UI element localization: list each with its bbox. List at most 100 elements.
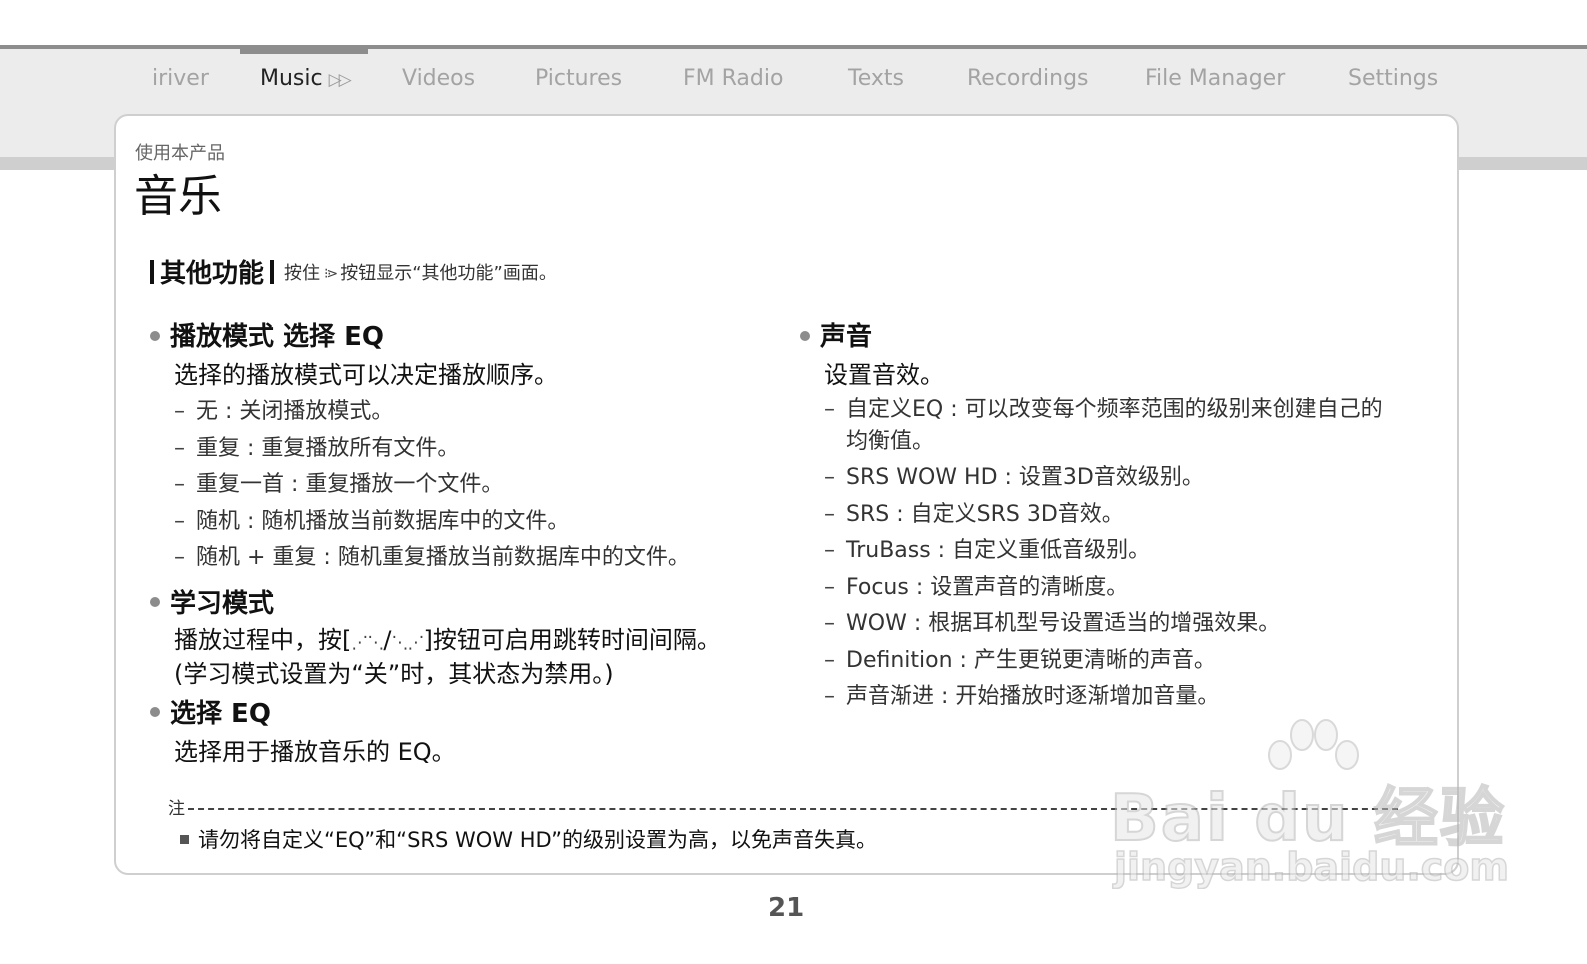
item-text: 自定义EQ : 可以改变每个频率范围的级别来创建自己的均衡值。 — [846, 397, 1383, 454]
heading-text: 声音 — [820, 322, 873, 352]
study-mode-section: 学习模式 播放过程中，按[⋰⋱/⋱⋰]按钮可启用跳转时间间隔。 (学习模式设置为… — [150, 585, 770, 691]
study-line-2: (学习模式设置为“关”时，其状态为禁用。) — [174, 659, 614, 688]
dash: – — [174, 435, 185, 461]
watermark-url: jingyan.baidu.com — [1113, 844, 1510, 890]
dash: – — [824, 611, 835, 636]
dash: – — [174, 545, 185, 570]
list-item: – 重复 : 重复播放所有文件。 — [150, 431, 770, 468]
active-tab-marker — [240, 45, 368, 54]
desc-suffix: 按钮显示“其他功能”画面。 — [340, 262, 557, 284]
dash: – — [824, 465, 835, 490]
play-mode-section: 播放模式 选择 EQ 选择的播放模式可以决定播放顺序。 – 无 : 关闭播放模式。… — [150, 318, 770, 577]
heading-text: 学习模式 — [170, 588, 275, 619]
tab-recordings[interactable]: Recordings — [967, 56, 1089, 102]
tab-music[interactable]: Music ▷▷ — [260, 56, 352, 103]
line-prefix: 播放过程中，按[ — [174, 625, 352, 654]
note-label: 注 — [168, 799, 185, 819]
tab-label: Recordings — [967, 66, 1089, 91]
item-text: SRS : 自定义SRS 3D音效。 — [846, 501, 1124, 527]
other-functions-desc: 按住 ⁝⋗ 按钮显示“其他功能”画面。 — [284, 263, 557, 284]
item-text: 无 : 关闭播放模式。 — [196, 399, 394, 424]
item-text: TruBass : 自定义重低音级别。 — [846, 538, 1151, 563]
page-number: 21 — [768, 893, 805, 923]
dash: – — [824, 397, 835, 422]
section-tabs: iriver Music ▷▷ Videos Pictures FM Radio … — [0, 56, 1587, 102]
list-item: – 随机 + 重复 : 随机重复播放当前数据库中的文件。 — [150, 540, 770, 577]
bullet-icon — [800, 330, 810, 341]
tab-settings[interactable]: Settings — [1348, 56, 1438, 102]
tab-label: File Manager — [1145, 66, 1286, 91]
tab-label: Pictures — [535, 66, 623, 91]
item-text: WOW : 根据耳机型号设置适当的增强效果。 — [846, 611, 1281, 636]
item-text: Definition : 产生更锐更清晰的声音。 — [846, 647, 1216, 673]
tab-label: FM Radio — [683, 66, 784, 91]
item-text: 随机 + 重复 : 随机重复播放当前数据库中的文件。 — [196, 545, 690, 570]
other-functions-title: 其他功能 — [160, 259, 265, 289]
bar-mark — [150, 259, 154, 284]
right-column: 声音 设置音效。 – 自定义EQ : 可以改变每个频率范围的级别来创建自己的均衡值… — [800, 318, 1420, 716]
note-text: 请勿将自定义“EQ”和“SRS WOW HD”的级别设置为高，以免声音失真。 — [180, 824, 877, 854]
baidu-watermark: Bai du 经验 jingyan.baidu.com — [1109, 715, 1510, 895]
list-item: – SRS : 自定义SRS 3D音效。 — [800, 497, 1420, 534]
item-text: 随机 : 随机播放当前数据库中的文件。 — [196, 508, 570, 534]
list-item: – 重复一首 : 重复播放一个文件。 — [150, 467, 770, 504]
heading-text: 播放模式 选择 EQ — [170, 322, 384, 352]
dash: – — [174, 472, 185, 497]
select-eq-section: 选择 EQ 选择用于播放音乐的 EQ。 — [150, 695, 770, 771]
section-heading: 选择 EQ — [150, 695, 770, 733]
note-body: 请勿将自定义“EQ”和“SRS WOW HD”的级别设置为高，以免声音失真。 — [198, 828, 878, 852]
tab-videos[interactable]: Videos — [402, 56, 475, 102]
play-arrows-icon: ▷▷ — [328, 70, 352, 90]
item-text: 声音渐进 : 开始播放时逐渐增加音量。 — [846, 684, 1220, 709]
dash: – — [824, 538, 835, 563]
square-bullet-icon — [180, 834, 189, 844]
section-heading: 播放模式 选择 EQ — [150, 318, 770, 356]
tab-texts[interactable]: Texts — [848, 56, 904, 102]
dash: – — [174, 399, 185, 424]
section-desc: 选择用于播放音乐的 EQ。 — [174, 737, 456, 766]
list-item: – 无 : 关闭播放模式。 — [150, 394, 770, 431]
section-heading: 学习模式 — [150, 585, 770, 623]
left-column: 播放模式 选择 EQ 选择的播放模式可以决定播放顺序。 – 无 : 关闭播放模式。… — [150, 318, 770, 771]
tab-label: Videos — [402, 66, 476, 91]
tab-label: Settings — [1348, 66, 1439, 91]
other-functions-header: 其他功能 按住 ⁝⋗ 按钮显示“其他功能”画面。 — [150, 253, 557, 290]
line-suffix: ]按钮可启用跳转时间间隔。 — [423, 625, 721, 654]
tab-fm-radio[interactable]: FM Radio — [683, 56, 783, 102]
list-item: – Focus : 设置声音的清晰度。 — [800, 570, 1420, 607]
section-desc: 设置音效。 — [824, 361, 944, 389]
list-item: – TruBass : 自定义重低音级别。 — [800, 533, 1420, 570]
dash: – — [824, 647, 835, 673]
dash: – — [174, 508, 185, 534]
item-text: Focus : 设置声音的清晰度。 — [846, 574, 1129, 600]
list-item: – Definition : 产生更锐更清晰的声音。 — [800, 643, 1420, 680]
item-text: 重复 : 重复播放所有文件。 — [196, 435, 460, 461]
list-item: – 随机 : 随机播放当前数据库中的文件。 — [150, 504, 770, 541]
tab-file-manager[interactable]: File Manager — [1145, 56, 1285, 102]
page-title: 音乐 — [134, 171, 222, 222]
item-text: 重复一首 : 重复播放一个文件。 — [196, 472, 504, 497]
list-item: – WOW : 根据耳机型号设置适当的增强效果。 — [800, 606, 1420, 643]
dash: – — [824, 574, 835, 600]
section-desc: 选择的播放模式可以决定播放顺序。 — [174, 361, 558, 389]
tab-pictures[interactable]: Pictures — [535, 56, 622, 102]
rewind-dots-icon: ⋰⋱ — [351, 632, 384, 653]
list-item: – 声音渐进 : 开始播放时逐渐增加音量。 — [800, 679, 1420, 716]
tab-label: iriver — [152, 66, 209, 91]
tab-label: Music — [260, 66, 323, 91]
tab-label: Texts — [848, 66, 904, 91]
sound-section: 声音 设置音效。 – 自定义EQ : 可以改变每个频率范围的级别来创建自己的均衡值… — [800, 318, 1420, 716]
item-text: SRS WOW HD : 设置3D音效级别。 — [846, 465, 1204, 490]
section-heading: 声音 — [800, 318, 1420, 356]
tab-iriver[interactable]: iriver — [152, 56, 209, 102]
bullet-icon — [150, 597, 160, 607]
forward-dots-icon: ⋱⋰ — [391, 632, 424, 653]
dash: – — [824, 501, 835, 527]
desc-prefix: 按住 — [284, 262, 321, 284]
bullet-icon — [150, 330, 160, 341]
bullet-icon — [150, 707, 160, 717]
list-item: – SRS WOW HD : 设置3D音效级别。 — [800, 460, 1420, 497]
study-line-1: 播放过程中，按[⋰⋱/⋱⋰]按钮可启用跳转时间间隔。 — [150, 623, 770, 657]
list-item: – 自定义EQ : 可以改变每个频率范围的级别来创建自己的均衡值。 — [800, 394, 1386, 458]
dots-button-icon: ⁝⋗ — [324, 265, 338, 282]
